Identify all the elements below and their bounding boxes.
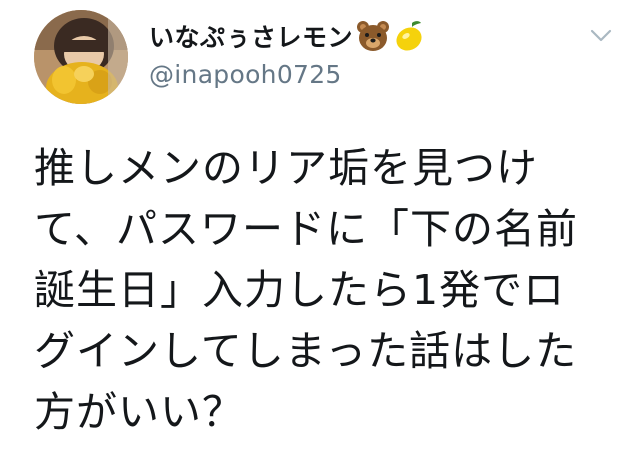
tweet: いなぷぅさレモン @inapooh0725 推しメンのリア垢を見つけ て、パスワ… xyxy=(0,0,642,459)
chevron-down-icon[interactable] xyxy=(586,24,616,46)
tweet-text-line: 推しメンのリア垢を見つけ xyxy=(34,144,538,192)
tweet-text-line: て、パスワードに「下の名前 xyxy=(34,205,578,253)
avatar[interactable] xyxy=(34,10,128,104)
tweet-text-line: グインしてしまった話はした xyxy=(34,327,578,375)
user-handle[interactable]: @inapooh0725 xyxy=(149,60,549,89)
avatar-photo xyxy=(34,10,128,104)
tweet-text: 推しメンのリア垢を見つけ て、パスワードに「下の名前 誕生日」入力したら1発でロ… xyxy=(34,138,614,443)
bear-emoji-icon xyxy=(356,19,390,53)
tweet-header: いなぷぅさレモン @inapooh0725 xyxy=(34,10,614,110)
lemon-emoji-icon xyxy=(393,19,427,53)
display-name-row[interactable]: いなぷぅさレモン xyxy=(149,18,549,54)
display-name[interactable]: いなぷぅさレモン xyxy=(149,18,353,54)
user-names: いなぷぅさレモン @inapooh0725 xyxy=(149,18,549,89)
tweet-text-line: 誕生日」入力したら1発でロ xyxy=(34,266,566,314)
tweet-text-line: 方がいい？ xyxy=(34,388,244,436)
